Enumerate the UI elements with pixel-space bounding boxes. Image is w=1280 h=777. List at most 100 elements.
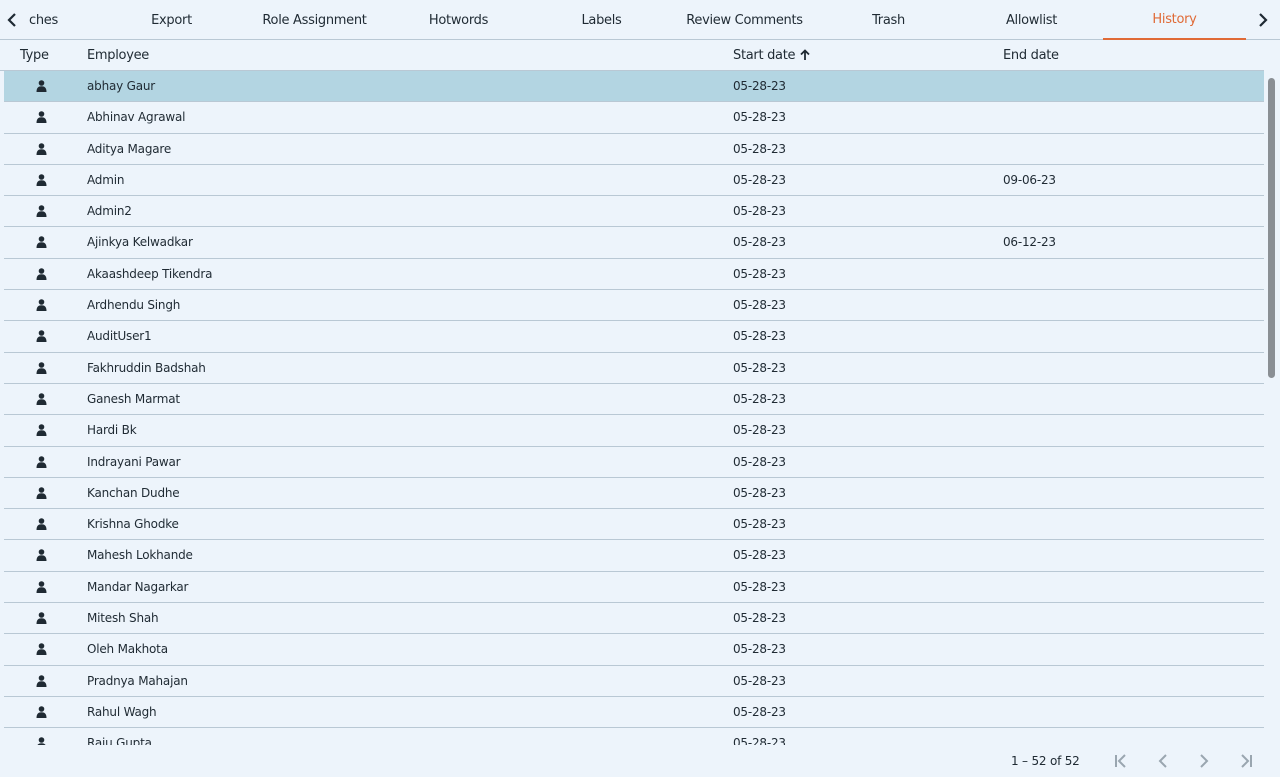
user-icon: [30, 634, 52, 664]
user-icon: [30, 290, 52, 320]
last-page-icon: [1241, 754, 1252, 768]
start-date: 05-28-23: [733, 204, 786, 219]
employee-name: Admin2: [87, 204, 132, 219]
table-row[interactable]: AuditUser1 05-28-23: [4, 321, 1264, 353]
table-body: abhay Gaur 05-28-23 Abhinav Agrawal 05-28-2…: [4, 71, 1264, 745]
start-date: 05-28-23: [733, 642, 786, 657]
tab-hotwords[interactable]: Hotwords: [387, 0, 530, 40]
previous-page-button[interactable]: [1151, 749, 1175, 773]
chevron-right-icon: [1259, 13, 1268, 27]
user-icon: [30, 384, 52, 414]
table-row[interactable]: Oleh Makhota 05-28-23: [4, 634, 1264, 666]
user-icon: [30, 697, 52, 727]
first-page-button[interactable]: [1109, 749, 1133, 773]
scrollbar-thumb[interactable]: [1268, 78, 1275, 378]
employee-name: Fakhruddin Badshah: [87, 360, 206, 375]
start-date: 05-28-23: [733, 141, 786, 156]
user-icon: [30, 321, 52, 351]
user-icon: [30, 134, 52, 164]
paginator: 1 – 52 of 52: [0, 745, 1280, 777]
first-page-icon: [1115, 754, 1126, 768]
employee-name: Akaashdeep Tikendra: [87, 266, 213, 281]
chevron-left-icon: [1158, 754, 1167, 768]
start-date: 05-28-23: [733, 172, 786, 187]
table-row[interactable]: Ganesh Marmat 05-28-23: [4, 384, 1264, 416]
tab-export[interactable]: Export: [100, 0, 243, 40]
user-icon: [30, 447, 52, 477]
table-row[interactable]: Mahesh Lokhande 05-28-23: [4, 540, 1264, 572]
sort-arrow-up-icon: [800, 49, 810, 60]
user-icon: [30, 540, 52, 570]
tab-review-comments[interactable]: Review Comments: [673, 0, 816, 40]
start-date: 05-28-23: [733, 423, 786, 438]
column-header-employee[interactable]: Employee: [87, 40, 149, 70]
employee-name: Mandar Nagarkar: [87, 579, 189, 594]
table-row[interactable]: Krishna Ghodke 05-28-23: [4, 509, 1264, 541]
table-row[interactable]: Aditya Magare 05-28-23: [4, 134, 1264, 165]
vertical-scrollbar[interactable]: [1265, 71, 1280, 745]
column-header-end-date[interactable]: End date: [1003, 40, 1059, 70]
table-header: Type Employee Start date End date: [0, 40, 1264, 71]
start-date: 05-28-23: [733, 266, 786, 281]
table-row[interactable]: Ardhendu Singh 05-28-23: [4, 290, 1264, 322]
start-date: 05-28-23: [733, 454, 786, 469]
tab-scroll-right-button[interactable]: [1251, 0, 1275, 40]
tab-labels[interactable]: Labels: [530, 0, 673, 40]
start-date: 05-28-23: [733, 79, 786, 93]
table-row[interactable]: Akaashdeep Tikendra 05-28-23: [4, 259, 1264, 291]
table-row[interactable]: Fakhruddin Badshah 05-28-23: [4, 353, 1264, 384]
employee-name: Ardhendu Singh: [87, 298, 181, 313]
table-row[interactable]: Hardi Bk 05-28-23: [4, 415, 1264, 447]
table-row[interactable]: Admin2 05-28-23: [4, 196, 1264, 228]
tab-history[interactable]: History: [1103, 0, 1246, 40]
last-page-button[interactable]: [1234, 749, 1258, 773]
next-page-button[interactable]: [1192, 749, 1216, 773]
tab-trash[interactable]: Trash: [817, 0, 960, 40]
user-icon: [30, 227, 52, 257]
table-row[interactable]: Admin 05-28-23 09-06-23: [4, 165, 1264, 197]
table-row[interactable]: Indrayani Pawar 05-28-23: [4, 447, 1264, 478]
user-icon: [30, 415, 52, 445]
user-icon: [30, 572, 52, 602]
employee-name: AuditUser1: [87, 329, 152, 344]
employee-name: Mahesh Lokhande: [87, 548, 193, 563]
chevron-left-icon: [7, 13, 16, 27]
start-date: 05-28-23: [733, 110, 786, 125]
table-row[interactable]: Raju Gupta 05-28-23: [4, 728, 1264, 745]
paginator-range-label: 1 – 52 of 52: [1011, 754, 1080, 768]
employee-name: Abhinav Agrawal: [87, 110, 186, 125]
tab-role-assignment[interactable]: Role Assignment: [243, 0, 386, 40]
employee-name: Oleh Makhota: [87, 642, 168, 657]
employee-name: Krishna Ghodke: [87, 517, 179, 532]
table-row[interactable]: Pradnya Mahajan 05-28-23: [4, 666, 1264, 697]
tab-searches[interactable]: ches: [24, 0, 64, 40]
tab-allowlist[interactable]: Allowlist: [960, 0, 1103, 40]
table-row[interactable]: Mitesh Shah 05-28-23: [4, 603, 1264, 635]
start-date: 05-28-23: [733, 704, 786, 719]
table-row[interactable]: Kanchan Dudhe 05-28-23: [4, 478, 1264, 510]
column-header-start-date[interactable]: Start date: [733, 40, 810, 70]
table-row[interactable]: abhay Gaur 05-28-23: [4, 71, 1264, 103]
start-date: 05-28-23: [733, 673, 786, 688]
start-date: 05-28-23: [733, 235, 786, 250]
user-icon: [30, 728, 52, 745]
start-date: 05-28-23: [733, 517, 786, 532]
chevron-right-icon: [1200, 754, 1209, 768]
tab-scroll-left-button[interactable]: [0, 0, 24, 40]
employee-name: Hardi Bk: [87, 423, 137, 438]
column-header-type[interactable]: Type: [20, 40, 49, 70]
end-date: 06-12-23: [1003, 235, 1056, 250]
table-row[interactable]: Abhinav Agrawal 05-28-23: [4, 102, 1264, 134]
user-icon: [30, 353, 52, 383]
start-date: 05-28-23: [733, 736, 786, 745]
start-date: 05-28-23: [733, 360, 786, 375]
table-row[interactable]: Ajinkya Kelwadkar 05-28-23 06-12-23: [4, 227, 1264, 259]
start-date: 05-28-23: [733, 329, 786, 344]
employee-name: Indrayani Pawar: [87, 454, 181, 469]
table-row[interactable]: Rahul Wagh 05-28-23: [4, 697, 1264, 729]
tab-bar: ches Export Role Assignment Hotwords Lab…: [0, 0, 1280, 40]
employee-name: abhay Gaur: [87, 79, 156, 93]
user-icon: [30, 509, 52, 539]
employee-name: Kanchan Dudhe: [87, 485, 180, 500]
table-row[interactable]: Mandar Nagarkar 05-28-23: [4, 572, 1264, 604]
